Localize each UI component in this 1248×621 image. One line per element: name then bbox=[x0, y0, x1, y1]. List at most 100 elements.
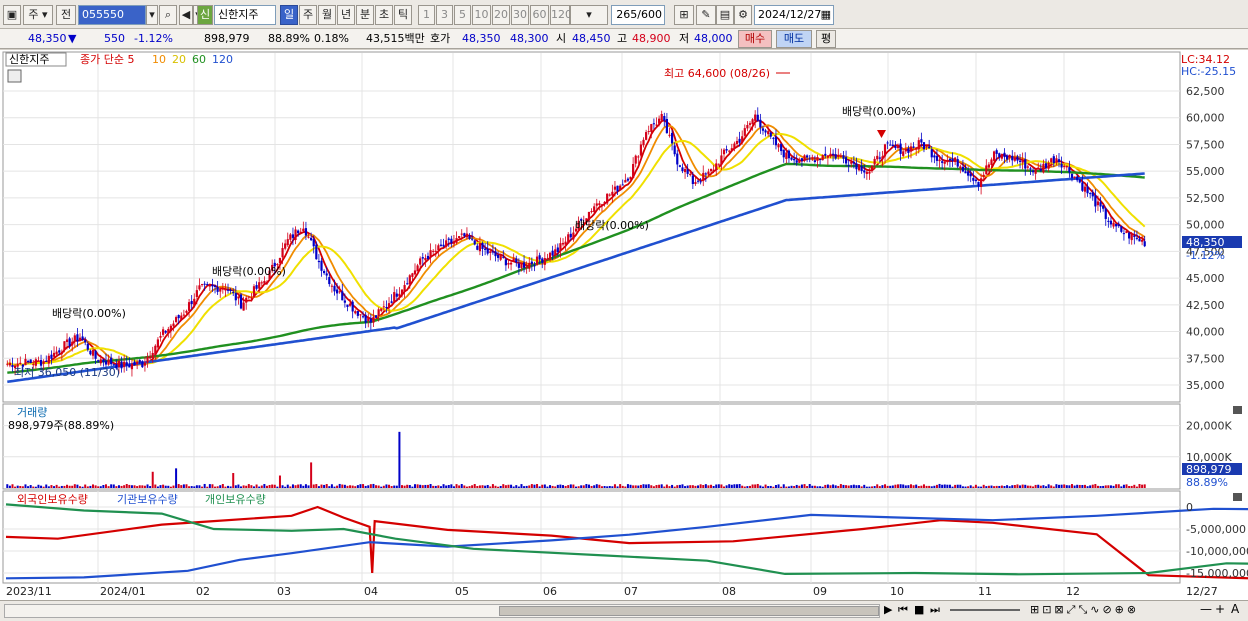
calendar-icon[interactable]: ▦ bbox=[821, 6, 831, 24]
candle-icon[interactable]: ⊞ bbox=[674, 5, 694, 25]
candle-body bbox=[520, 263, 523, 268]
volume-bar bbox=[681, 484, 684, 488]
candle-body bbox=[330, 285, 333, 287]
code-input[interactable]: 055550 bbox=[78, 5, 146, 25]
interval-button[interactable]: 30 bbox=[511, 5, 529, 25]
candle-body bbox=[133, 361, 136, 366]
candle-body bbox=[826, 155, 829, 158]
volume-bar bbox=[317, 486, 320, 488]
interval-button[interactable]: 1 bbox=[418, 5, 435, 25]
candle-body bbox=[84, 340, 87, 343]
table-icon[interactable] bbox=[7, 69, 22, 83]
last-pct-text: -1.12% bbox=[1186, 249, 1225, 262]
volume-bar bbox=[767, 486, 770, 488]
volume-bar bbox=[715, 484, 718, 488]
candle-body bbox=[1141, 239, 1144, 242]
volume-bar bbox=[520, 484, 523, 488]
count-dropdown[interactable]: ▾ bbox=[570, 5, 608, 25]
type-select[interactable]: 주 ▾ bbox=[23, 5, 53, 25]
volume-bar bbox=[452, 486, 455, 488]
scrollbar-thumb[interactable] bbox=[499, 606, 879, 616]
period-button[interactable]: 년 bbox=[337, 5, 355, 25]
candle-body bbox=[959, 166, 962, 169]
save-icon[interactable]: ▤ bbox=[716, 5, 734, 25]
volume-bar bbox=[117, 485, 120, 488]
candle-body bbox=[97, 360, 100, 362]
candle-body bbox=[471, 238, 474, 240]
volume-bar bbox=[1089, 485, 1092, 488]
volume-bar bbox=[297, 484, 300, 488]
volume-bar bbox=[637, 485, 640, 488]
forward-icon[interactable]: ⏭ bbox=[930, 603, 940, 617]
candle-body bbox=[834, 154, 837, 159]
prev-button[interactable]: 전 bbox=[56, 5, 76, 25]
interval-button[interactable]: 20 bbox=[492, 5, 510, 25]
volume-close-icon[interactable] bbox=[1233, 406, 1242, 414]
volume-bar bbox=[439, 486, 442, 488]
candle-body bbox=[974, 179, 978, 182]
text-icon[interactable]: A bbox=[1231, 602, 1239, 616]
volume-bar bbox=[84, 484, 87, 488]
scroll-right-icon[interactable]: ▶ bbox=[884, 603, 892, 616]
candle-body bbox=[806, 155, 809, 158]
candle-body bbox=[310, 237, 313, 241]
buy-button[interactable]: 매수 bbox=[738, 30, 772, 48]
volume-bar bbox=[1042, 485, 1045, 488]
volume-bar bbox=[219, 485, 222, 488]
period-button[interactable]: 분 bbox=[356, 5, 374, 25]
date-field[interactable]: 2024/12/27 ▦ bbox=[754, 5, 834, 25]
speaker-icon[interactable]: ◀ bbox=[179, 5, 193, 25]
candle-body bbox=[138, 359, 141, 363]
candle-body bbox=[777, 144, 780, 148]
low-label: 저 bbox=[679, 32, 690, 45]
volume-bar bbox=[291, 484, 294, 488]
candle-body bbox=[1042, 163, 1045, 173]
zoom-slider[interactable] bbox=[950, 609, 1020, 611]
candle-body bbox=[260, 282, 263, 284]
volume-bar bbox=[421, 485, 424, 488]
period-button[interactable]: 일 bbox=[280, 5, 298, 25]
volume-bar bbox=[868, 486, 871, 488]
rewind-icon[interactable]: ⏮ bbox=[898, 603, 908, 617]
count-field[interactable]: 265/600 bbox=[611, 5, 665, 25]
candle-body bbox=[977, 181, 980, 186]
volume-bar bbox=[993, 486, 996, 488]
volume-bar bbox=[260, 485, 263, 488]
code-dropdown-icon[interactable]: ▾ bbox=[146, 5, 158, 25]
eval-button[interactable]: 평 bbox=[816, 30, 836, 48]
candle-body bbox=[756, 114, 759, 121]
zoom-in-icon[interactable]: + bbox=[1215, 602, 1225, 616]
sell-button[interactable]: 매도 bbox=[776, 30, 812, 48]
chart-area[interactable]: 62,500 60,000 57,500 55,000 52,500 50,000 47,5… bbox=[0, 50, 1248, 600]
interval-button[interactable]: 5 bbox=[454, 5, 471, 25]
volume-bar bbox=[343, 484, 346, 488]
horizontal-scrollbar[interactable] bbox=[4, 604, 880, 618]
volume-bar bbox=[871, 486, 874, 488]
draw-tools-icon[interactable]: ⊞⊡⊠⤢⤡∿⊘⊕⊗ bbox=[1030, 603, 1139, 617]
interval-button[interactable]: 10 bbox=[472, 5, 491, 25]
zoom-out-icon[interactable]: — bbox=[1200, 602, 1212, 616]
holding-close-icon[interactable] bbox=[1233, 493, 1242, 501]
interval-button[interactable]: 60 bbox=[530, 5, 549, 25]
candle-body bbox=[837, 155, 840, 157]
volume-bar bbox=[481, 485, 484, 488]
candle-body bbox=[515, 258, 518, 263]
candle-body bbox=[1003, 152, 1006, 158]
period-button[interactable]: 틱 bbox=[394, 5, 412, 25]
gear-icon[interactable]: ⚙ bbox=[734, 5, 752, 25]
volume-bar bbox=[619, 484, 622, 488]
volume-bar bbox=[289, 486, 292, 488]
period-button[interactable]: 주 bbox=[299, 5, 317, 25]
volume-bar bbox=[364, 485, 367, 488]
stop-icon[interactable]: ■ bbox=[914, 603, 924, 616]
interval-button[interactable]: 3 bbox=[436, 5, 453, 25]
period-button[interactable]: 월 bbox=[318, 5, 336, 25]
draw-icon[interactable]: ✎ bbox=[696, 5, 716, 25]
candle-body bbox=[928, 146, 931, 149]
candle-body bbox=[972, 177, 975, 181]
period-button[interactable]: 초 bbox=[375, 5, 393, 25]
candle-body bbox=[559, 243, 562, 251]
layout-icon[interactable]: ▣ bbox=[3, 5, 21, 25]
search-icon[interactable]: ⌕ bbox=[159, 5, 177, 25]
interval-button[interactable]: 120 bbox=[550, 5, 572, 25]
